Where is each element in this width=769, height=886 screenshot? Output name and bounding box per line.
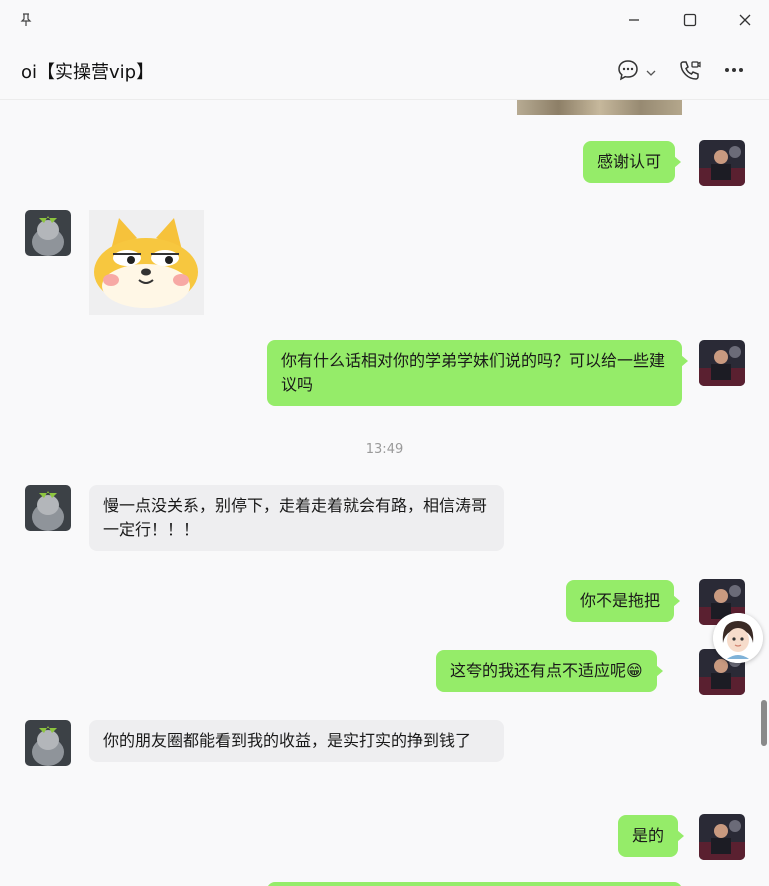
avatar[interactable] xyxy=(699,814,745,860)
message-bubble[interactable]: 你有什么话相对你的学弟学妹们说的吗？可以给一些建议吗 xyxy=(267,340,688,406)
minimize-icon[interactable] xyxy=(622,8,646,32)
message-bubble[interactable]: 感谢认可 xyxy=(583,141,682,183)
message-list[interactable]: 感谢认可 你有什么话相对你的学弟学妹们说的吗？可以给一些建议吗 13:49 慢一… xyxy=(0,100,760,886)
avatar[interactable] xyxy=(699,882,745,886)
more-icon[interactable] xyxy=(722,57,746,83)
message-bubble[interactable]: 是的 xyxy=(618,815,685,857)
chat-header: oi【实操营vip】 xyxy=(0,40,769,100)
scrollbar-track[interactable] xyxy=(760,100,769,886)
sticker-image[interactable] xyxy=(89,210,204,315)
maximize-icon[interactable] xyxy=(678,8,702,32)
close-icon[interactable] xyxy=(733,8,757,32)
scrollbar-thumb[interactable] xyxy=(761,700,767,746)
pin-icon[interactable] xyxy=(14,8,38,32)
message-bubble[interactable]: 慢一点没关系，别停下，走着走着就会有路，相信涛哥一定行！！！ xyxy=(89,485,504,551)
avatar[interactable] xyxy=(25,720,71,766)
avatar[interactable] xyxy=(25,485,71,531)
message-bubble-partial[interactable] xyxy=(267,882,682,886)
chat-title: oi【实操营vip】 xyxy=(21,62,155,83)
assistant-avatar-icon[interactable] xyxy=(713,613,763,663)
avatar[interactable] xyxy=(699,140,745,186)
avatar[interactable] xyxy=(25,210,71,256)
voice-video-call-icon[interactable] xyxy=(678,57,702,83)
chevron-down-icon[interactable] xyxy=(646,60,656,86)
message-bubble[interactable]: 你的朋友圈都能看到我的收益，是实打实的挣到钱了 xyxy=(89,720,504,762)
message-bubble[interactable]: 你不是拖把 xyxy=(566,580,681,622)
chat-bubble-icon[interactable] xyxy=(616,57,640,83)
image-message[interactable] xyxy=(517,100,682,115)
window-title-bar xyxy=(0,0,769,40)
avatar[interactable] xyxy=(699,340,745,386)
timestamp: 13:49 xyxy=(365,442,404,457)
message-bubble[interactable]: 这夸的我还有点不适应呢😁 xyxy=(436,650,663,692)
